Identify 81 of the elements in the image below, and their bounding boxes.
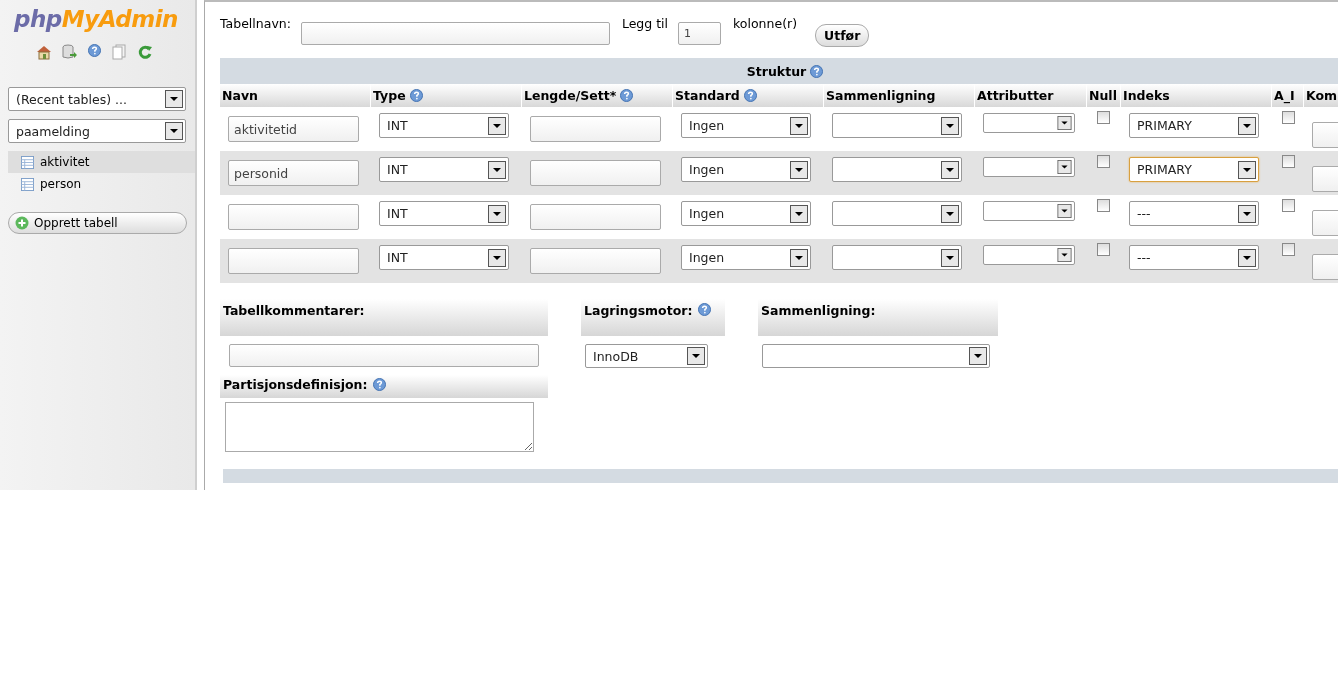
add-label: Legg til: [621, 16, 669, 31]
recent-tables-select[interactable]: (Recent tables) ...: [8, 87, 186, 111]
help-icon[interactable]: [88, 44, 101, 57]
index-select[interactable]: ---: [1129, 201, 1259, 226]
database-arrow-icon[interactable]: [62, 44, 78, 60]
help-icon[interactable]: [620, 89, 634, 102]
null-checkbox[interactable]: [1097, 199, 1110, 212]
help-icon[interactable]: [743, 89, 757, 102]
auto-increment-checkbox[interactable]: [1282, 155, 1295, 168]
column-header-label: A_I: [1274, 88, 1295, 103]
collation-select[interactable]: [832, 157, 962, 182]
table-item[interactable]: aktivitet: [8, 151, 195, 173]
column-header-label: Lengde/Sett*: [524, 88, 617, 103]
attributes-select[interactable]: [983, 113, 1075, 133]
column-header-label: Attributter: [977, 88, 1054, 103]
null-checkbox[interactable]: [1097, 155, 1110, 168]
index-select[interactable]: ---: [1129, 245, 1259, 270]
plus-icon: [15, 216, 29, 230]
column-name-field[interactable]: [228, 204, 359, 230]
collation-select[interactable]: [832, 201, 962, 226]
default-select[interactable]: Ingen: [681, 245, 811, 270]
attributes-select[interactable]: [983, 201, 1075, 221]
help-icon[interactable]: [810, 64, 824, 78]
auto-increment-checkbox[interactable]: [1282, 199, 1295, 212]
column-count-field[interactable]: 1: [678, 22, 722, 45]
table-icon: [21, 155, 34, 169]
go-button[interactable]: Utfør: [815, 24, 870, 47]
logo[interactable]: phpMyAdmin: [14, 6, 178, 32]
column-header-label: Kom: [1306, 88, 1338, 103]
create-table-button[interactable]: Opprett tabell: [8, 212, 187, 234]
auto-increment-checkbox[interactable]: [1282, 243, 1295, 256]
type-select[interactable]: INT: [379, 157, 509, 182]
column-name-field[interactable]: aktivitetid: [228, 116, 359, 142]
attributes-select[interactable]: [983, 245, 1075, 265]
column-header-label: Type: [373, 88, 406, 103]
type-select[interactable]: INT: [379, 201, 509, 226]
index-select[interactable]: PRIMARY: [1129, 113, 1259, 138]
column-name-field[interactable]: [228, 248, 359, 274]
default-select[interactable]: Ingen: [681, 157, 811, 182]
engine-label: Lagringsmotor:: [584, 303, 693, 318]
table-name-label: Tabellnavn:: [220, 16, 291, 31]
partition-field[interactable]: [225, 402, 534, 452]
table-icon: [21, 177, 34, 191]
table-name-field[interactable]: [300, 22, 610, 45]
structure-title: Struktur: [746, 63, 807, 79]
column-name-field[interactable]: personid: [228, 160, 359, 186]
default-select[interactable]: Ingen: [681, 201, 811, 226]
default-select[interactable]: Ingen: [681, 113, 811, 138]
type-select[interactable]: INT: [379, 245, 509, 270]
table-item[interactable]: person: [8, 173, 195, 195]
engine-select[interactable]: InnoDB: [585, 344, 708, 368]
length-field[interactable]: [530, 116, 661, 142]
documents-icon[interactable]: [111, 44, 127, 60]
column-header-label: Indeks: [1123, 88, 1170, 103]
columns-label: kolonne(r): [733, 16, 798, 31]
help-icon[interactable]: [698, 303, 712, 316]
table-collation-select[interactable]: [762, 344, 990, 368]
collation-select[interactable]: [832, 113, 962, 138]
column-header-label: Navn: [222, 88, 258, 103]
type-select[interactable]: INT: [379, 113, 509, 138]
collation-label: Sammenligning:: [761, 303, 876, 318]
help-icon[interactable]: [373, 378, 387, 391]
null-checkbox[interactable]: [1097, 111, 1110, 124]
comments-label: Tabellkommentarer:: [223, 303, 365, 318]
collation-select[interactable]: [832, 245, 962, 270]
column-header-label: Sammenligning: [826, 88, 936, 103]
auto-increment-checkbox[interactable]: [1282, 111, 1295, 124]
length-field[interactable]: [530, 248, 661, 274]
null-checkbox[interactable]: [1097, 243, 1110, 256]
length-field[interactable]: [530, 160, 661, 186]
length-field[interactable]: [530, 204, 661, 230]
column-header-label: Null: [1089, 88, 1117, 103]
partition-label: Partisjonsdefinisjon:: [223, 377, 368, 392]
help-icon[interactable]: [409, 89, 423, 102]
column-header-label: Standard: [675, 88, 740, 103]
home-icon[interactable]: [36, 44, 52, 60]
table-comments-field[interactable]: [229, 344, 539, 367]
attributes-select[interactable]: [983, 157, 1075, 177]
index-select[interactable]: PRIMARY: [1129, 157, 1259, 182]
reload-icon[interactable]: [137, 44, 153, 60]
database-select[interactable]: paamelding: [8, 119, 186, 143]
